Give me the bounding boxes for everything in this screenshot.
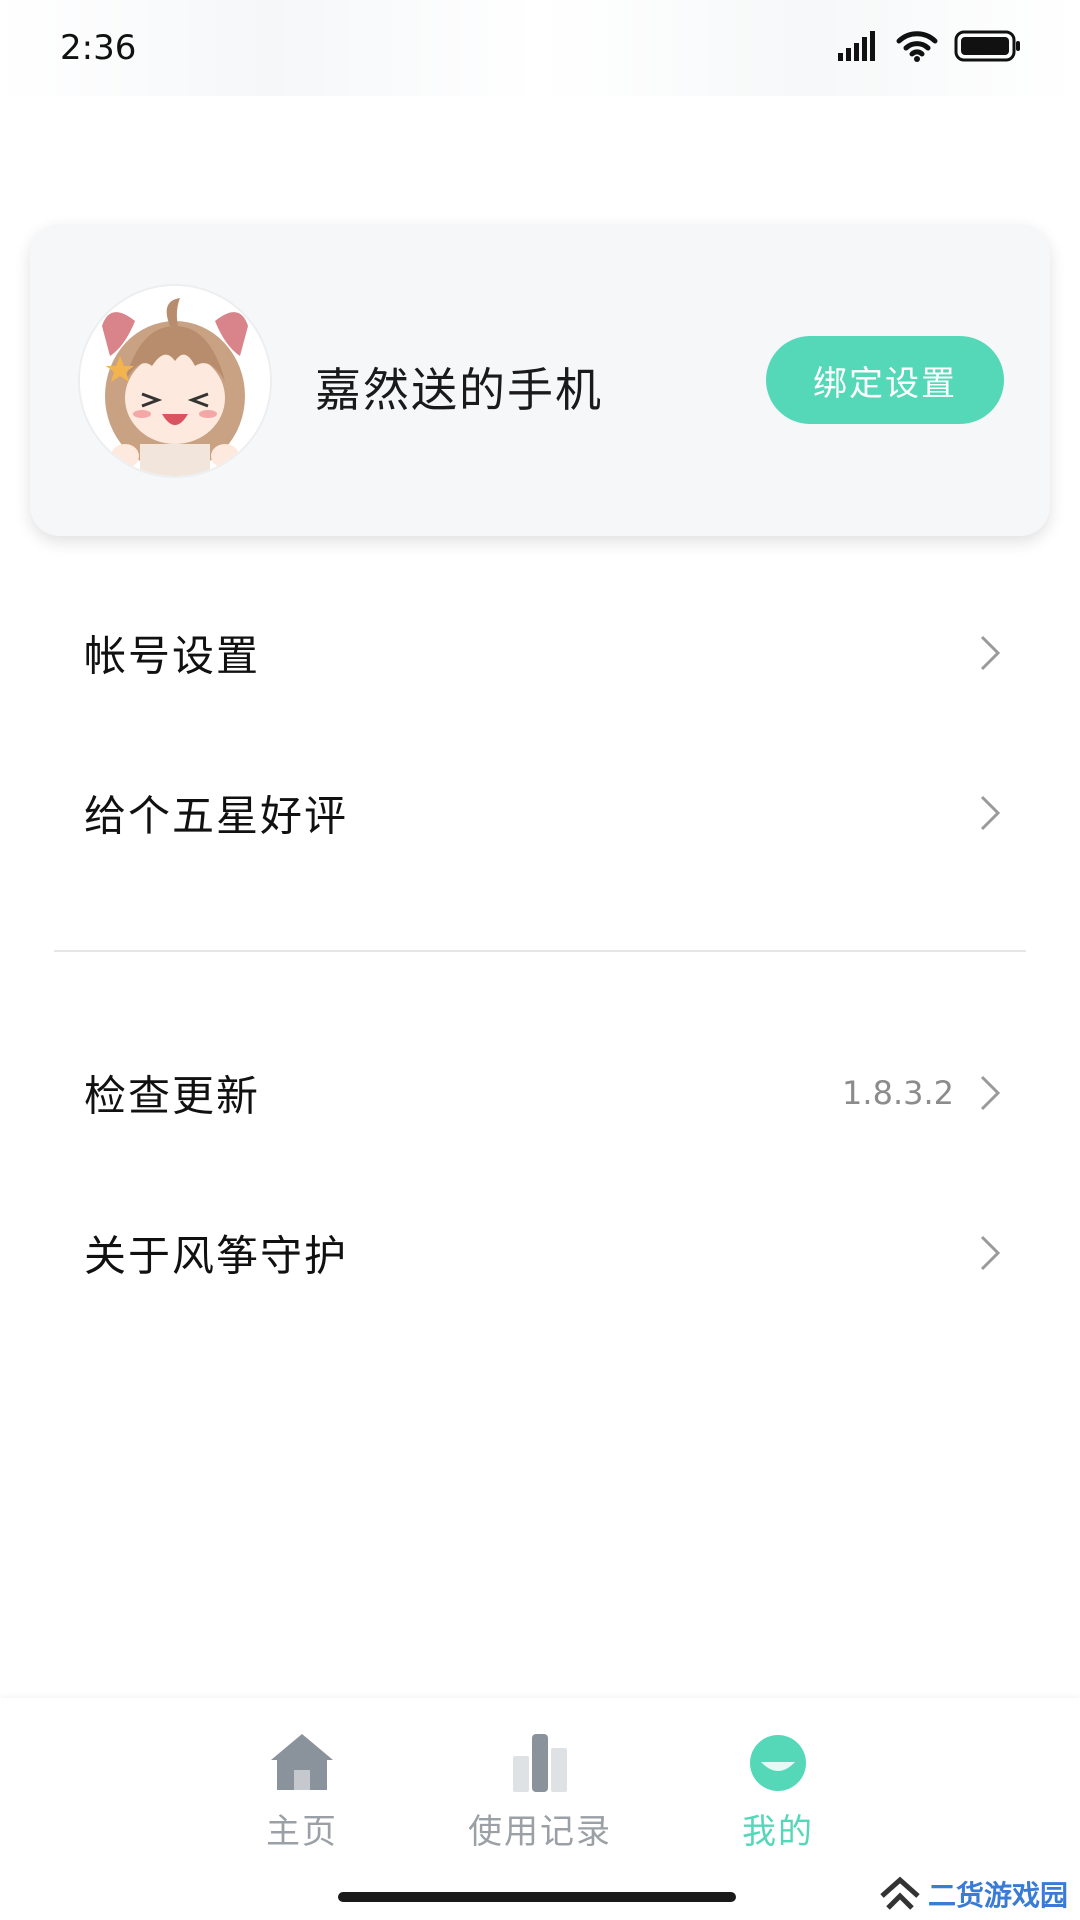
chevron-right-icon — [980, 795, 1001, 831]
menu-item-check-update[interactable]: 检查更新 1.8.3.2 — [0, 1018, 1080, 1168]
home-indicator[interactable] — [338, 1892, 736, 1902]
home-icon — [271, 1734, 333, 1790]
status-time: 2:36 — [60, 28, 137, 68]
chevron-right-icon — [980, 1075, 1001, 1111]
nav-item-usage-records[interactable]: 使用记录 — [430, 1728, 650, 1868]
nav-item-home[interactable]: 主页 — [192, 1728, 412, 1868]
battery-icon — [954, 30, 1020, 62]
wifi-icon — [896, 31, 938, 62]
anime-girl-avatar-icon — [80, 286, 270, 476]
menu-item-label: 帐号设置 — [84, 631, 261, 681]
menu-item-label: 给个五星好评 — [84, 791, 349, 841]
nav-label: 使用记录 — [468, 1812, 612, 1852]
menu-item-five-star-review[interactable]: 给个五星好评 — [0, 738, 1080, 888]
profile-card: 嘉然送的手机 绑定设置 — [30, 224, 1050, 536]
avatar[interactable] — [80, 286, 270, 476]
menu-item-label: 检查更新 — [84, 1071, 261, 1121]
watermark-text: 二货游戏园 — [927, 1879, 1068, 1912]
status-bar: 2:36 — [0, 0, 1080, 96]
nav-label: 主页 — [266, 1812, 338, 1852]
bind-settings-button[interactable]: 绑定设置 — [766, 336, 1004, 424]
app-version: 1.8.3.2 — [842, 1074, 954, 1112]
menu-item-label: 关于风筝守护 — [84, 1231, 349, 1281]
signal-icon — [838, 31, 875, 61]
nav-item-mine[interactable]: 我的 — [668, 1728, 888, 1868]
chevron-right-icon — [980, 635, 1001, 671]
menu-item-account-settings[interactable]: 帐号设置 — [0, 578, 1080, 728]
status-icons — [838, 30, 1022, 62]
nav-label: 我的 — [742, 1812, 814, 1852]
watermark: 二货游戏园 — [873, 1872, 1072, 1916]
menu-item-about[interactable]: 关于风筝守护 — [0, 1178, 1080, 1328]
section-divider — [54, 950, 1026, 952]
watermark-logo-icon — [880, 1876, 920, 1910]
profile-icon — [750, 1735, 806, 1791]
chevron-right-icon — [980, 1235, 1001, 1271]
device-name: 嘉然送的手机 — [315, 363, 603, 417]
usage-chart-icon — [513, 1734, 567, 1792]
